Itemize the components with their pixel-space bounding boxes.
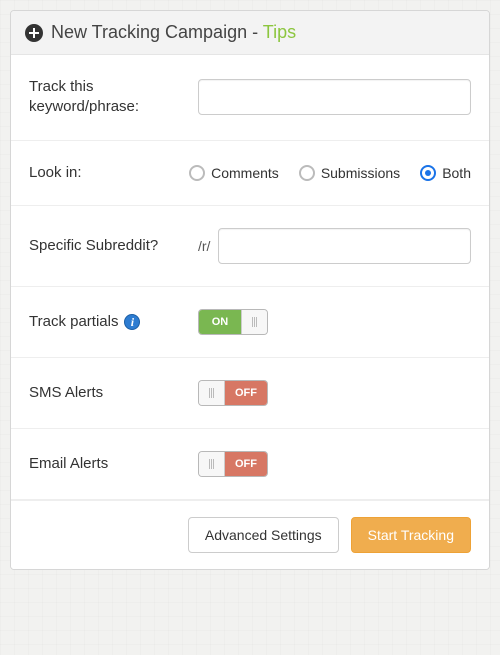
toggle-on-text: ON [199,310,241,334]
radio-submissions[interactable]: Submissions [299,165,400,181]
panel-header: New Tracking Campaign - Tips [11,11,489,55]
subreddit-label: Specific Subreddit? [29,236,184,256]
row-email-alerts: Email Alerts OFF [11,429,489,500]
subreddit-input[interactable] [218,228,471,264]
subreddit-prefix: /r/ [198,238,210,254]
panel-title-text: New Tracking Campaign [51,22,247,42]
panel-title-tips-link[interactable]: Tips [263,22,296,42]
email-alerts-label: Email Alerts [29,454,184,474]
radio-both[interactable]: Both [420,165,471,181]
track-partials-toggle[interactable]: ON [198,309,268,335]
panel-footer: Advanced Settings Start Tracking [11,500,489,569]
keyword-label: Track this keyword/phrase: [29,77,184,118]
radio-dot-icon [299,165,315,181]
keyword-input[interactable] [198,79,471,115]
toggle-off-text: OFF [225,381,267,405]
track-partials-label: Track partials i [29,312,184,332]
toggle-handle-icon [199,381,225,405]
row-track-partials: Track partials i ON [11,287,489,358]
advanced-settings-button[interactable]: Advanced Settings [188,517,339,553]
panel-title: New Tracking Campaign - Tips [51,22,296,43]
row-subreddit: Specific Subreddit? /r/ [11,206,489,287]
tracking-campaign-panel: New Tracking Campaign - Tips Track this … [10,10,490,570]
radio-comments[interactable]: Comments [189,165,279,181]
sms-alerts-label: SMS Alerts [29,383,184,403]
radio-label: Comments [211,165,279,181]
start-tracking-button[interactable]: Start Tracking [351,517,471,553]
panel-title-sep: - [247,22,263,42]
row-look-in: Look in: Comments Submissions Both [11,141,489,206]
radio-dot-icon [420,165,436,181]
radio-label: Submissions [321,165,400,181]
look-in-label: Look in: [29,163,175,183]
info-icon[interactable]: i [124,314,140,330]
look-in-radio-group: Comments Submissions Both [189,165,471,181]
radio-label: Both [442,165,471,181]
plus-icon [25,24,43,42]
email-alerts-toggle[interactable]: OFF [198,451,268,477]
toggle-off-text: OFF [225,452,267,476]
toggle-handle-icon [241,310,267,334]
row-keyword: Track this keyword/phrase: [11,55,489,141]
radio-dot-icon [189,165,205,181]
track-partials-label-text: Track partials [29,312,118,332]
sms-alerts-toggle[interactable]: OFF [198,380,268,406]
row-sms-alerts: SMS Alerts OFF [11,358,489,429]
toggle-handle-icon [199,452,225,476]
